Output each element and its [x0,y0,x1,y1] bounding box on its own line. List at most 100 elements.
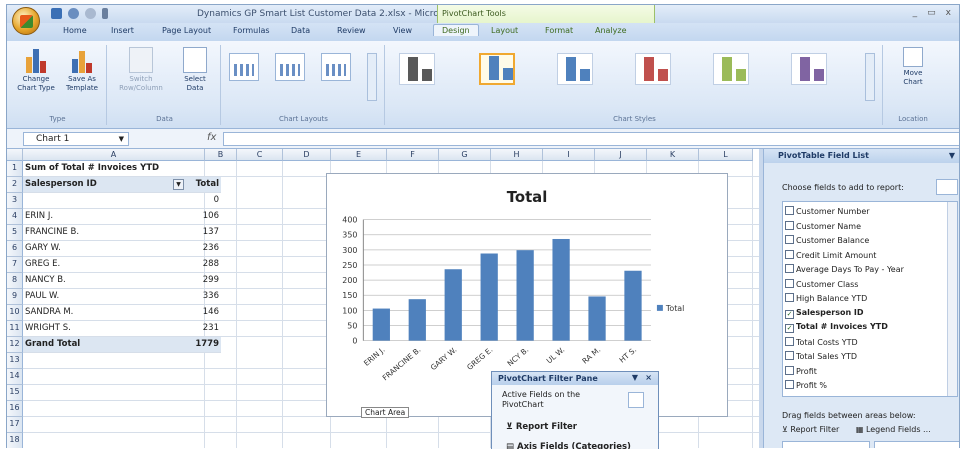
tab-data[interactable]: Data [291,26,310,35]
field-checkbox[interactable] [785,365,794,375]
field-item[interactable]: Credit Limit Amount [785,249,876,260]
row-header-2[interactable]: 2 [7,177,23,193]
redo-icon[interactable] [85,8,96,19]
tab-review[interactable]: Review [337,26,366,35]
tab-insert[interactable]: Insert [111,26,134,35]
column-header-b[interactable]: B [205,149,237,161]
change-chart-type-button[interactable]: Change Chart Type [15,47,57,93]
save-as-template-button[interactable]: Save As Template [61,47,103,93]
column-header-k[interactable]: K [647,149,699,161]
field-list-layout-button[interactable] [936,179,958,195]
chart-style-4[interactable] [635,53,671,85]
column-header-l[interactable]: L [699,149,753,161]
field-item[interactable]: Customer Class [785,278,858,289]
select-all-corner[interactable] [7,149,23,161]
field-list-options-icon[interactable]: ▼ [949,151,955,160]
chart-layout-3[interactable] [321,53,351,81]
field-checkbox[interactable] [785,206,794,215]
row-header-12[interactable]: 12 [7,337,23,353]
chart-style-3[interactable] [557,53,593,85]
select-data-button[interactable]: Select Data [173,47,217,93]
close-button[interactable]: x [946,8,951,18]
chart-layout-1[interactable] [229,53,259,81]
chart-styles-more-button[interactable] [865,53,875,101]
field-checkbox[interactable]: ✓ [785,324,794,333]
field-item[interactable]: ✓ Salesperson ID [785,308,864,319]
column-header-g[interactable]: G [439,149,491,161]
tab-formulas[interactable]: Formulas [233,26,270,35]
minimize-button[interactable]: _ [913,8,918,18]
row-header-4[interactable]: 4 [7,209,23,225]
row-header-9[interactable]: 9 [7,289,23,305]
table-row[interactable]: ▼ Salesperson ID Total [23,177,221,193]
tab-home[interactable]: Home [63,26,87,35]
field-list-toggle-button[interactable] [628,392,644,408]
move-chart-button[interactable]: Move Chart [893,47,933,87]
field-item[interactable]: ✓ Total # Invoices YTD [785,322,888,333]
report-filter-section[interactable]: ⊻ Report Filter [506,422,577,432]
row-header-7[interactable]: 7 [7,257,23,273]
customize-qat-icon[interactable] [102,8,108,19]
formula-input[interactable] [223,132,959,146]
field-list-scrollbar[interactable] [947,202,957,396]
field-checkbox[interactable] [785,336,794,346]
chart-style-2[interactable] [479,53,515,85]
chart-style-5[interactable] [713,53,749,85]
table-row[interactable]: Grand Total 1779 [23,337,221,353]
column-header-i[interactable]: I [543,149,595,161]
field-checkbox[interactable] [785,278,794,288]
field-item[interactable]: Customer Balance [785,235,869,245]
column-header-d[interactable]: D [283,149,331,161]
row-header-11[interactable]: 11 [7,321,23,337]
restore-button[interactable]: ▭ [927,8,936,18]
row-header-15[interactable]: 15 [7,385,23,401]
row-header-17[interactable]: 17 [7,417,23,433]
field-checkbox[interactable] [785,235,794,244]
row-header-3[interactable]: 3 [7,193,23,209]
field-item[interactable]: High Balance YTD [785,293,867,303]
tab-layout[interactable]: Layout [491,26,518,35]
field-checkbox[interactable] [785,380,794,389]
chart-style-1[interactable] [399,53,435,85]
field-item[interactable]: Average Days To Pay - Year [785,264,904,274]
chart-layouts-more-button[interactable] [367,53,377,101]
row-header-6[interactable]: 6 [7,241,23,257]
field-checkbox[interactable]: ✓ [785,309,794,319]
row-header-8[interactable]: 8 [7,273,23,289]
field-checkbox[interactable] [785,293,794,302]
field-checkbox[interactable] [785,249,794,259]
field-checkbox[interactable] [785,351,794,360]
tab-design[interactable]: Design [433,24,479,36]
row-header-14[interactable]: 14 [7,369,23,385]
row-header-13[interactable]: 13 [7,353,23,369]
tab-format[interactable]: Format [545,26,573,35]
tab-analyze[interactable]: Analyze [595,26,627,35]
filter-dropdown-icon[interactable]: ▼ [173,179,184,190]
column-header-a[interactable]: A [23,149,205,161]
row-header-18[interactable]: 18 [7,433,23,449]
field-item[interactable]: Profit [785,365,817,376]
field-item[interactable]: Customer Name [785,220,861,231]
tab-page-layout[interactable]: Page Layout [162,26,211,35]
column-header-c[interactable]: C [237,149,283,161]
field-item[interactable]: Total Sales YTD [785,351,857,361]
fx-icon[interactable]: fx [207,132,216,143]
close-icon[interactable]: × [645,373,652,382]
office-button[interactable] [12,7,40,35]
field-item[interactable]: Profit % [785,380,827,390]
column-header-h[interactable]: H [491,149,543,161]
column-header-j[interactable]: J [595,149,647,161]
axis-fields-section[interactable]: ▤ Axis Fields (Categories) [506,442,631,449]
row-header-5[interactable]: 5 [7,225,23,241]
save-icon[interactable] [51,8,62,19]
row-header-10[interactable]: 10 [7,305,23,321]
name-box[interactable]: Chart 1 ▼ [23,132,129,146]
chart-layout-2[interactable] [275,53,305,81]
field-item[interactable]: Total Costs YTD [785,336,858,347]
tab-view[interactable]: View [393,26,412,35]
field-checkbox[interactable] [785,220,794,230]
chart-style-6[interactable] [791,53,827,85]
row-header-16[interactable]: 16 [7,401,23,417]
pane-options-icon[interactable]: ▼ [632,373,638,382]
switch-row-column-button[interactable]: Switch Row/Column [113,47,169,93]
